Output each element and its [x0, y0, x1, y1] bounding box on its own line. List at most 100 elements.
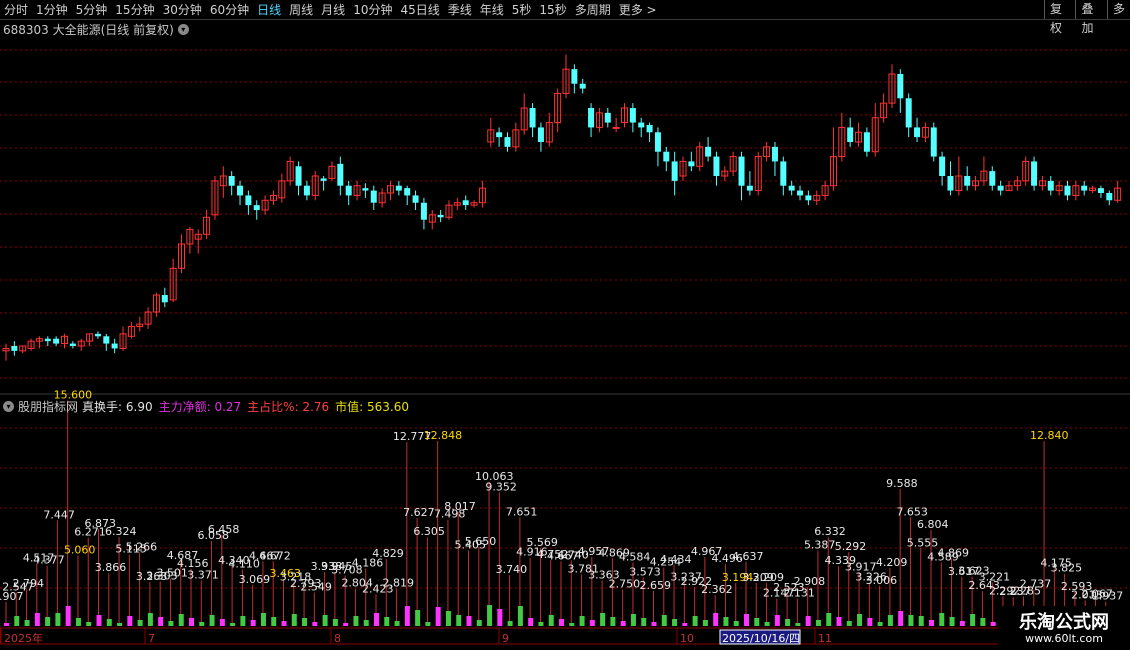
indicator-name[interactable]: 股朋指标网: [18, 398, 78, 415]
period-tab[interactable]: 15秒: [535, 1, 570, 18]
timeline-label: 9: [502, 632, 509, 645]
candlestick-series: [2, 54, 1122, 361]
volume-bar: [929, 620, 934, 626]
volume-bar: [939, 613, 945, 626]
volume-bar: [723, 617, 729, 626]
volume-bar: [867, 618, 873, 626]
period-tab[interactable]: 更多 >: [615, 1, 661, 18]
volume-label: 1.937: [1092, 589, 1124, 602]
period-tab[interactable]: 15分钟: [111, 1, 158, 18]
volume-bar: [281, 621, 287, 626]
volume-bar: [651, 622, 657, 626]
candle-body: [228, 176, 235, 186]
volume-bar: [86, 622, 92, 626]
volume-bar: [487, 605, 493, 626]
volume-bar: [836, 617, 842, 626]
stock-title: 688303 大全能源(日线 前复权): [3, 23, 174, 37]
volume-bar: [630, 614, 636, 626]
volume-label: 8.017: [444, 500, 476, 513]
candle-body: [11, 346, 18, 351]
period-tab[interactable]: 月线: [317, 1, 349, 18]
right-buttons: 复权 叠加 多: [1044, 0, 1130, 35]
volume-bar: [661, 615, 667, 626]
volume-bar: [692, 616, 698, 626]
overlay-button[interactable]: 叠加: [1075, 0, 1106, 35]
volume-bar: [815, 620, 821, 626]
volume-bar: [404, 606, 410, 626]
candle-body: [638, 122, 645, 128]
candle-body: [395, 185, 402, 191]
volume-label: 12.848: [424, 429, 463, 442]
volume-label: 4.434: [660, 553, 692, 566]
volume-bar: [959, 621, 965, 626]
volume-bar: [908, 615, 914, 626]
volume-bar: [620, 621, 626, 626]
watermark-title: 乐淘公式网: [1019, 612, 1109, 633]
volume-label: 5.387: [804, 539, 836, 552]
period-tab[interactable]: 1分钟: [32, 1, 72, 18]
volume-label: 6.324: [105, 525, 137, 538]
volume-bar: [898, 611, 904, 626]
period-tab[interactable]: 5分钟: [72, 1, 112, 18]
volume-bar: [600, 613, 606, 626]
period-tab[interactable]: 10分钟: [349, 1, 396, 18]
candle-body: [295, 166, 302, 186]
period-tab[interactable]: 季线: [444, 1, 476, 18]
volume-label: 2.794: [13, 577, 45, 590]
volume-label: 6.458: [208, 523, 240, 536]
volume-bar: [24, 620, 30, 626]
period-tab[interactable]: 45日线: [396, 1, 443, 18]
period-tab[interactable]: 周线: [285, 1, 317, 18]
volume-bar: [517, 606, 523, 626]
volume-bar: [918, 616, 924, 626]
period-tab[interactable]: 日线: [253, 1, 285, 18]
candle-body: [997, 185, 1004, 191]
timeline-label: 10: [680, 632, 694, 645]
volume-bar: [476, 620, 482, 626]
period-tab[interactable]: 年线: [476, 1, 508, 18]
volume-bar: [579, 616, 585, 626]
chevron-down-icon[interactable]: ▾: [177, 24, 189, 35]
timeline-label: 7: [148, 632, 155, 645]
candle-body: [780, 161, 787, 186]
candle-body: [496, 132, 503, 138]
candle-body: [914, 127, 921, 138]
volume-label: 5.060: [64, 544, 96, 557]
indicator-value: 主力净额: 0.27: [158, 400, 242, 414]
chevron-down-icon[interactable]: ▾: [3, 401, 14, 412]
period-tab[interactable]: 30分钟: [159, 1, 206, 18]
more-button[interactable]: 多: [1106, 0, 1130, 19]
stock-label[interactable]: 688303 大全能源(日线 前复权) ▾: [3, 21, 189, 38]
candle-body: [863, 132, 870, 152]
volume-label: 2.131: [783, 587, 815, 600]
volume-bar: [117, 623, 123, 626]
candle-body: [847, 127, 854, 142]
candle-body: [245, 195, 252, 206]
volume-label: 5.555: [907, 536, 939, 549]
volume-bar: [55, 613, 61, 626]
candle-body: [504, 137, 511, 147]
volume-bar: [435, 607, 441, 626]
volume-label: 4.829: [372, 547, 404, 560]
volume-bar: [610, 617, 616, 626]
chart-canvas[interactable]: 1.9072.5472.7944.5174.3777.44715.6005.06…: [0, 0, 1130, 650]
period-toolbar: 分时 1分钟 5分钟 15分钟 30分钟 60分钟 日线 周线 月线 10分钟 45日线 季线 年线 5秒…: [0, 0, 1130, 35]
volume-bar: [548, 615, 554, 626]
candle-body: [462, 200, 469, 206]
volume-bar: [4, 623, 9, 626]
period-tab[interactable]: 60分钟: [206, 1, 253, 18]
volume-label: 6.804: [917, 518, 949, 531]
volume-bar: [785, 619, 791, 626]
volume-label: 3.740: [496, 563, 527, 576]
volume-label: 3.069: [239, 573, 271, 586]
volume-bar: [291, 614, 297, 626]
timeline-label: 2025年: [4, 631, 43, 645]
candle-body: [404, 188, 411, 196]
candle-body: [94, 333, 101, 337]
fuquan-button[interactable]: 复权: [1044, 0, 1075, 35]
candle-body: [345, 185, 352, 196]
period-tab[interactable]: 5秒: [508, 1, 536, 18]
period-tab[interactable]: 多周期: [571, 1, 615, 18]
period-tab[interactable]: 分时: [0, 1, 32, 18]
volume-bar: [754, 618, 760, 626]
